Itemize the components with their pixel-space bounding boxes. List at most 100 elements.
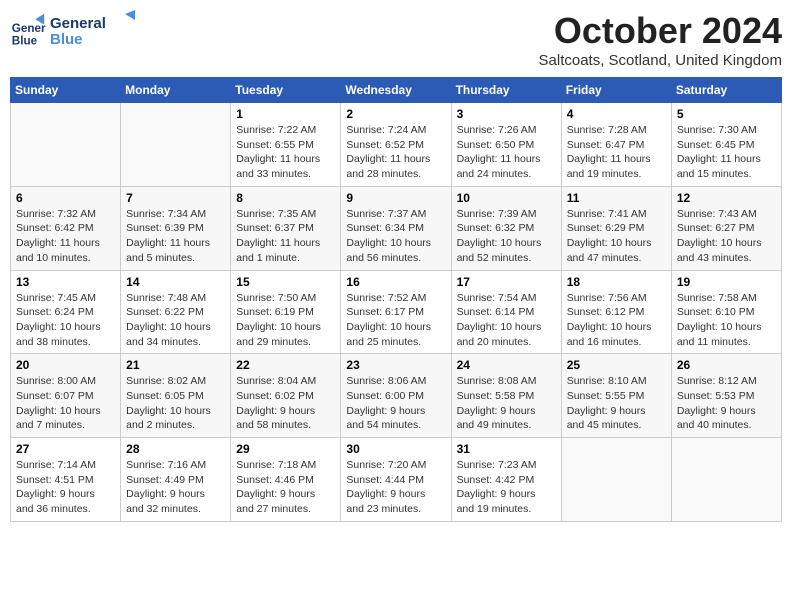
calendar-cell: 14Sunrise: 7:48 AM Sunset: 6:22 PM Dayli… <box>121 270 231 354</box>
day-info: Sunrise: 8:00 AM Sunset: 6:07 PM Dayligh… <box>16 374 115 433</box>
day-info: Sunrise: 7:22 AM Sunset: 6:55 PM Dayligh… <box>236 123 335 182</box>
calendar-cell: 28 Sunrise: 7:16 AM Sunset: 4:49 PM Dayli… <box>121 438 231 522</box>
day-info: Sunrise: 8:06 AM Sunset: 6:00 PM Dayligh… <box>346 374 445 433</box>
day-number: 30 <box>346 442 445 456</box>
day-info: Sunrise: 7:32 AM Sunset: 6:42 PM Dayligh… <box>16 207 115 266</box>
day-number: 29 <box>236 442 335 456</box>
calendar-cell: 5Sunrise: 7:30 AM Sunset: 6:45 PM Daylig… <box>671 103 781 187</box>
day-info: Sunrise: 7:16 AM Sunset: 4:49 PM Dayligh… <box>126 458 225 517</box>
day-info: Sunrise: 7:52 AM Sunset: 6:17 PM Dayligh… <box>346 291 445 350</box>
weekday-header: Monday <box>121 78 231 103</box>
day-info: Sunrise: 7:45 AM Sunset: 6:24 PM Dayligh… <box>16 291 115 350</box>
calendar-cell: 8 Sunrise: 7:35 AM Sunset: 6:37 PM Daylig… <box>231 186 341 270</box>
calendar-cell: 24 Sunrise: 8:08 AM Sunset: 5:58 PM Dayli… <box>451 354 561 438</box>
day-number: 3 <box>457 107 556 121</box>
day-number: 23 <box>346 358 445 372</box>
title-block: October 2024 Saltcoats, Scotland, United… <box>539 10 782 69</box>
calendar-cell: 3 Sunrise: 7:26 AM Sunset: 6:50 PM Daylig… <box>451 103 561 187</box>
day-info: Sunrise: 7:54 AM Sunset: 6:14 PM Dayligh… <box>457 291 556 350</box>
day-info: Sunrise: 8:04 AM Sunset: 6:02 PM Dayligh… <box>236 374 335 433</box>
day-info: Sunrise: 7:43 AM Sunset: 6:27 PM Dayligh… <box>677 207 776 266</box>
calendar-cell: 12 Sunrise: 7:43 AM Sunset: 6:27 PM Dayli… <box>671 186 781 270</box>
day-info: Sunrise: 7:28 AM Sunset: 6:47 PM Dayligh… <box>567 123 666 182</box>
weekday-header: Sunday <box>11 78 121 103</box>
day-number: 6 <box>16 191 115 205</box>
weekday-header: Tuesday <box>231 78 341 103</box>
page-header: General Blue General Blue October 2024 S… <box>10 10 782 69</box>
day-info: Sunrise: 8:02 AM Sunset: 6:05 PM Dayligh… <box>126 374 225 433</box>
day-number: 28 <box>126 442 225 456</box>
svg-text:General: General <box>12 22 46 35</box>
svg-text:General: General <box>50 15 106 32</box>
calendar-cell: 20Sunrise: 8:00 AM Sunset: 6:07 PM Dayli… <box>11 354 121 438</box>
day-number: 27 <box>16 442 115 456</box>
day-info: Sunrise: 7:37 AM Sunset: 6:34 PM Dayligh… <box>346 207 445 266</box>
day-number: 2 <box>346 107 445 121</box>
day-info: Sunrise: 8:10 AM Sunset: 5:55 PM Dayligh… <box>567 374 666 433</box>
weekday-header: Wednesday <box>341 78 451 103</box>
day-number: 8 <box>236 191 335 205</box>
day-number: 15 <box>236 275 335 289</box>
day-info: Sunrise: 7:26 AM Sunset: 6:50 PM Dayligh… <box>457 123 556 182</box>
month-title: October 2024 <box>539 10 782 52</box>
weekday-header: Saturday <box>671 78 781 103</box>
day-number: 17 <box>457 275 556 289</box>
day-number: 18 <box>567 275 666 289</box>
calendar-cell: 25 Sunrise: 8:10 AM Sunset: 5:55 PM Dayli… <box>561 354 671 438</box>
day-number: 10 <box>457 191 556 205</box>
weekday-header: Friday <box>561 78 671 103</box>
logo: General Blue General Blue <box>10 10 140 50</box>
calendar-cell: 17 Sunrise: 7:54 AM Sunset: 6:14 PM Dayli… <box>451 270 561 354</box>
calendar-cell <box>671 438 781 522</box>
day-number: 12 <box>677 191 776 205</box>
calendar-cell: 21Sunrise: 8:02 AM Sunset: 6:05 PM Dayli… <box>121 354 231 438</box>
calendar-cell <box>11 103 121 187</box>
calendar-cell: 26 Sunrise: 8:12 AM Sunset: 5:53 PM Dayli… <box>671 354 781 438</box>
day-info: Sunrise: 7:35 AM Sunset: 6:37 PM Dayligh… <box>236 207 335 266</box>
day-info: Sunrise: 7:39 AM Sunset: 6:32 PM Dayligh… <box>457 207 556 266</box>
calendar-cell: 18Sunrise: 7:56 AM Sunset: 6:12 PM Dayli… <box>561 270 671 354</box>
day-info: Sunrise: 8:08 AM Sunset: 5:58 PM Dayligh… <box>457 374 556 433</box>
calendar-cell: 7 Sunrise: 7:34 AM Sunset: 6:39 PM Daylig… <box>121 186 231 270</box>
day-number: 1 <box>236 107 335 121</box>
calendar-cell <box>561 438 671 522</box>
calendar-table: SundayMondayTuesdayWednesdayThursdayFrid… <box>10 77 782 522</box>
calendar-cell: 1 Sunrise: 7:22 AM Sunset: 6:55 PM Daylig… <box>231 103 341 187</box>
day-info: Sunrise: 7:41 AM Sunset: 6:29 PM Dayligh… <box>567 207 666 266</box>
day-number: 22 <box>236 358 335 372</box>
calendar-cell: 22 Sunrise: 8:04 AM Sunset: 6:02 PM Dayli… <box>231 354 341 438</box>
day-info: Sunrise: 7:20 AM Sunset: 4:44 PM Dayligh… <box>346 458 445 517</box>
logo-icon: General Blue <box>10 12 46 48</box>
day-number: 4 <box>567 107 666 121</box>
day-info: Sunrise: 7:18 AM Sunset: 4:46 PM Dayligh… <box>236 458 335 517</box>
svg-text:Blue: Blue <box>50 31 83 48</box>
day-info: Sunrise: 7:30 AM Sunset: 6:45 PM Dayligh… <box>677 123 776 182</box>
day-number: 24 <box>457 358 556 372</box>
header-row: SundayMondayTuesdayWednesdayThursdayFrid… <box>11 78 782 103</box>
calendar-cell: 2Sunrise: 7:24 AM Sunset: 6:52 PM Daylig… <box>341 103 451 187</box>
calendar-cell: 30 Sunrise: 7:20 AM Sunset: 4:44 PM Dayli… <box>341 438 451 522</box>
calendar-week-row: 27Sunrise: 7:14 AM Sunset: 4:51 PM Dayli… <box>11 438 782 522</box>
calendar-cell: 27Sunrise: 7:14 AM Sunset: 4:51 PM Dayli… <box>11 438 121 522</box>
calendar-cell: 29 Sunrise: 7:18 AM Sunset: 4:46 PM Dayli… <box>231 438 341 522</box>
day-number: 13 <box>16 275 115 289</box>
day-number: 19 <box>677 275 776 289</box>
day-number: 7 <box>126 191 225 205</box>
day-info: Sunrise: 7:23 AM Sunset: 4:42 PM Dayligh… <box>457 458 556 517</box>
calendar-cell: 11Sunrise: 7:41 AM Sunset: 6:29 PM Dayli… <box>561 186 671 270</box>
day-number: 26 <box>677 358 776 372</box>
calendar-cell: 23 Sunrise: 8:06 AM Sunset: 6:00 PM Dayli… <box>341 354 451 438</box>
logo-svg: General Blue <box>50 10 140 50</box>
day-number: 25 <box>567 358 666 372</box>
calendar-cell: 16Sunrise: 7:52 AM Sunset: 6:17 PM Dayli… <box>341 270 451 354</box>
calendar-week-row: 20Sunrise: 8:00 AM Sunset: 6:07 PM Dayli… <box>11 354 782 438</box>
day-info: Sunrise: 8:12 AM Sunset: 5:53 PM Dayligh… <box>677 374 776 433</box>
weekday-header: Thursday <box>451 78 561 103</box>
calendar-cell: 4 Sunrise: 7:28 AM Sunset: 6:47 PM Daylig… <box>561 103 671 187</box>
day-number: 9 <box>346 191 445 205</box>
day-number: 31 <box>457 442 556 456</box>
calendar-week-row: 13 Sunrise: 7:45 AM Sunset: 6:24 PM Dayli… <box>11 270 782 354</box>
day-info: Sunrise: 7:50 AM Sunset: 6:19 PM Dayligh… <box>236 291 335 350</box>
day-info: Sunrise: 7:34 AM Sunset: 6:39 PM Dayligh… <box>126 207 225 266</box>
calendar-week-row: 6 Sunrise: 7:32 AM Sunset: 6:42 PM Daylig… <box>11 186 782 270</box>
